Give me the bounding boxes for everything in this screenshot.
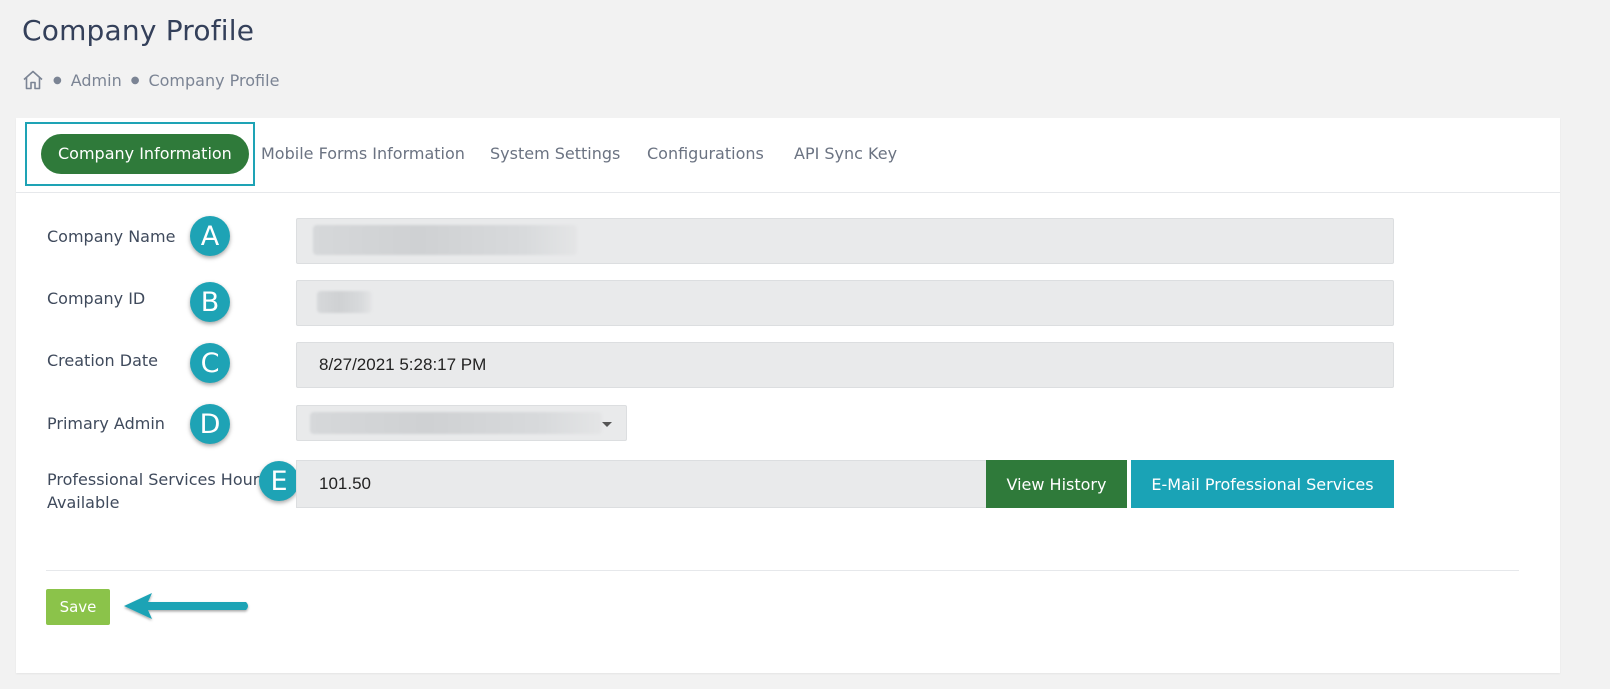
- annotation-badge-e: E: [259, 461, 299, 501]
- breadcrumb: ● Admin ● Company Profile: [22, 70, 279, 90]
- redacted-value: [313, 225, 577, 255]
- redacted-value: [317, 291, 372, 313]
- redacted-value: [310, 412, 602, 434]
- creation-date-field[interactable]: 8/27/2021 5:28:17 PM: [296, 342, 1394, 388]
- breadcrumb-separator: ●: [130, 74, 140, 86]
- arrow-left-icon: [124, 593, 248, 619]
- annotation-badge-b: B: [190, 282, 230, 322]
- annotation-badge-c: C: [190, 343, 230, 383]
- annotation-badge-a: A: [190, 216, 230, 256]
- annotation-badge-d: D: [190, 404, 230, 444]
- tab-company-information[interactable]: Company Information: [41, 134, 249, 174]
- breadcrumb-item-admin[interactable]: Admin: [71, 71, 122, 90]
- view-history-button[interactable]: View History: [986, 460, 1127, 508]
- tab-system-settings[interactable]: System Settings: [490, 134, 620, 174]
- ps-hours-label-line1: Professional Services Hours: [47, 470, 268, 489]
- save-button[interactable]: Save: [46, 589, 110, 625]
- tab-api-sync-key[interactable]: API Sync Key: [794, 134, 897, 174]
- ps-hours-field[interactable]: 101.50: [296, 460, 988, 508]
- company-id-field[interactable]: [296, 280, 1394, 326]
- ps-hours-label-line2: Available: [47, 493, 120, 512]
- breadcrumb-separator: ●: [53, 74, 62, 86]
- company-name-label: Company Name: [47, 227, 176, 246]
- breadcrumb-item-company-profile: Company Profile: [148, 70, 280, 90]
- email-professional-services-button[interactable]: E-Mail Professional Services: [1131, 460, 1394, 508]
- company-id-label: Company ID: [47, 289, 146, 308]
- company-profile-card: Company Information Mobile Forms Informa…: [16, 118, 1560, 673]
- creation-date-label: Creation Date: [47, 351, 159, 370]
- page-title: Company Profile: [22, 14, 255, 47]
- ps-hours-label: Professional Services Hours Available: [47, 468, 268, 514]
- home-icon[interactable]: [22, 70, 44, 90]
- chevron-down-icon: [602, 422, 612, 427]
- tab-configurations[interactable]: Configurations: [647, 134, 764, 174]
- primary-admin-select[interactable]: [296, 405, 627, 441]
- tab-bar: Company Information Mobile Forms Informa…: [16, 118, 1560, 193]
- primary-admin-label: Primary Admin: [47, 414, 165, 433]
- divider: [46, 570, 1519, 571]
- tab-mobile-forms-information[interactable]: Mobile Forms Information: [261, 134, 465, 174]
- company-name-field[interactable]: [296, 218, 1394, 264]
